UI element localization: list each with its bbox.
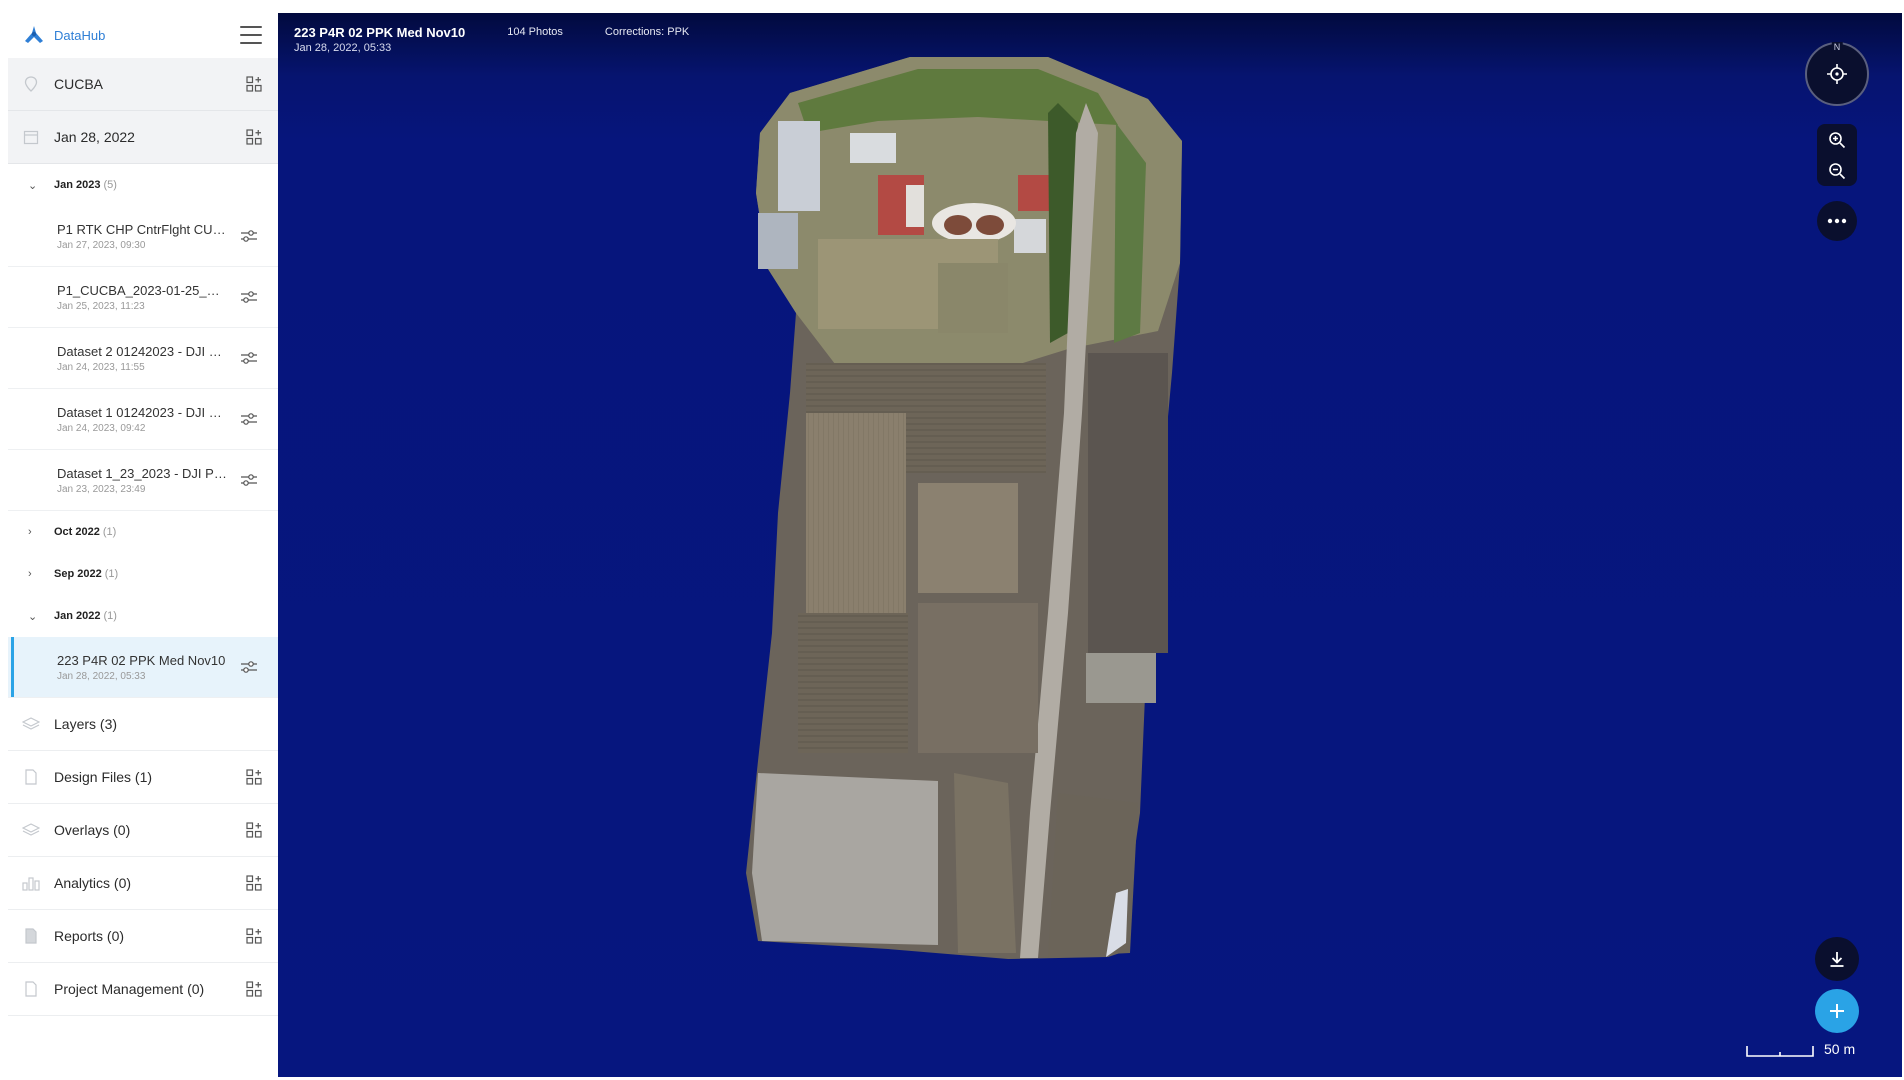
plus-icon <box>1830 1004 1844 1018</box>
calendar-icon <box>22 128 40 146</box>
dataset-item[interactable]: Dataset 1_23_2023 - DJI Phantom Jan 23, … <box>8 450 278 511</box>
scale-bar <box>1746 1046 1814 1057</box>
sidebar-item-reports[interactable]: Reports (0) <box>8 910 278 963</box>
add-widget-icon[interactable] <box>246 769 262 785</box>
download-button[interactable] <box>1815 937 1859 981</box>
sidebar-item-design-files[interactable]: Design Files (1) <box>8 751 278 804</box>
photo-count: 104 Photos <box>507 26 563 38</box>
selected-date: Jan 28, 2022 <box>54 129 135 145</box>
sliders-icon[interactable] <box>240 412 258 426</box>
group-jan-2023[interactable]: ⌄ Jan 2023 (5) <box>8 164 278 206</box>
group-oct-2022[interactable]: › Oct 2022 (1) <box>8 511 278 553</box>
app: DataHub CUCBA Jan 28, 2022 ⌄ Jan 2023 (5… <box>0 0 1904 1080</box>
add-button[interactable] <box>1815 989 1859 1033</box>
scale-indicator: 50 m <box>1746 1041 1855 1057</box>
dataset-date: Jan 24, 2023, 11:55 <box>57 361 145 373</box>
add-widget-icon[interactable] <box>246 822 262 838</box>
map-subtitle: Jan 28, 2022, 05:33 <box>294 42 392 54</box>
date-selector[interactable]: Jan 28, 2022 <box>8 111 278 164</box>
dataset-date: Jan 28, 2022, 05:33 <box>57 670 146 682</box>
sidebar-item-label: Layers (3) <box>54 716 118 732</box>
dataset-name: P1_CUCBA_2023-01-25_Flight <box>57 282 227 298</box>
chevron-down-icon: ⌄ <box>28 179 38 192</box>
sidebar-item-label: Reports (0) <box>54 928 125 944</box>
add-widget-icon[interactable] <box>246 76 262 92</box>
dataset-item[interactable]: Dataset 2 01242023 - DJI Phantom Jan 24,… <box>8 328 278 389</box>
sidebar-item-analytics[interactable]: Analytics (0) <box>8 857 278 910</box>
dataset-item[interactable]: P1 RTK CHP CntrFlght CUCBA 2023-01-27 Ja… <box>8 206 278 267</box>
bar-chart-icon <box>22 874 40 892</box>
corrections-label: Corrections: PPK <box>604 26 690 38</box>
sidebar-item-project-management[interactable]: Project Management (0) <box>8 963 278 1016</box>
compass-button[interactable]: N <box>1805 42 1869 106</box>
dataset-name: P1 RTK CHP CntrFlght CUCBA 2023-01-27 <box>57 221 227 237</box>
layers-icon <box>22 821 40 839</box>
dataset-date: Jan 27, 2023, 09:30 <box>57 239 146 251</box>
download-icon <box>1830 952 1844 967</box>
drone-logo-icon <box>22 23 46 47</box>
dataset-date: Jan 23, 2023, 23:49 <box>57 483 146 495</box>
ellipsis-icon <box>1827 218 1847 224</box>
more-options-button[interactable] <box>1817 201 1857 241</box>
map-title: 223 P4R 02 PPK Med Nov10 <box>294 25 466 40</box>
dataset-name: Dataset 1_23_2023 - DJI Phantom <box>57 465 227 481</box>
chevron-down-icon: ⌄ <box>28 610 38 623</box>
sidebar-item-label: Overlays (0) <box>54 822 131 838</box>
map-viewport[interactable]: 223 P4R 02 PPK Med Nov10 Jan 28, 2022, 0… <box>278 13 1902 1077</box>
orthomosaic-image <box>746 57 1182 959</box>
add-widget-icon[interactable] <box>246 129 262 145</box>
group-sep-2022[interactable]: › Sep 2022 (1) <box>8 553 278 595</box>
sliders-icon[interactable] <box>240 473 258 487</box>
sidebar-item-label: Analytics (0) <box>54 875 132 891</box>
sliders-icon[interactable] <box>240 290 258 304</box>
compass-north-label: N <box>1831 42 1843 52</box>
project-name: CUCBA <box>54 76 104 92</box>
brand-name[interactable]: DataHub <box>54 28 240 43</box>
crosshair-icon <box>1827 64 1847 84</box>
dataset-name: Dataset 2 01242023 - DJI Phantom <box>57 343 227 359</box>
file-icon <box>22 980 40 998</box>
dataset-date: Jan 25, 2023, 11:23 <box>57 300 145 312</box>
group-jan-2022[interactable]: ⌄ Jan 2022 (1) <box>8 595 278 637</box>
add-widget-icon[interactable] <box>246 875 262 891</box>
add-widget-icon[interactable] <box>246 928 262 944</box>
add-widget-icon[interactable] <box>246 981 262 997</box>
map-header: 223 P4R 02 PPK Med Nov10 Jan 28, 2022, 0… <box>294 25 689 54</box>
chevron-right-icon: › <box>28 568 32 580</box>
sliders-icon[interactable] <box>240 229 258 243</box>
hamburger-menu-icon[interactable] <box>240 26 262 44</box>
sidebar-item-label: Project Management (0) <box>54 981 205 997</box>
zoom-out-icon[interactable] <box>1823 158 1851 184</box>
zoom-in-icon[interactable] <box>1823 127 1851 153</box>
dataset-name: 223 P4R 02 PPK Med Nov10 <box>57 652 226 668</box>
brand-bar: DataHub <box>8 12 278 58</box>
dataset-item-active[interactable]: 223 P4R 02 PPK Med Nov10 Jan 28, 2022, 0… <box>8 637 278 698</box>
file-icon <box>22 927 40 945</box>
map-pin-icon <box>22 75 40 93</box>
layers-icon <box>22 715 40 733</box>
dataset-item[interactable]: Dataset 1 01242023 - DJI Phantom Jan 24,… <box>8 389 278 450</box>
dataset-name: Dataset 1 01242023 - DJI Phantom <box>57 404 227 420</box>
project-selector[interactable]: CUCBA <box>8 58 278 111</box>
sliders-icon[interactable] <box>240 351 258 365</box>
dataset-item[interactable]: P1_CUCBA_2023-01-25_Flight Jan 25, 2023,… <box>8 267 278 328</box>
sidebar-item-overlays[interactable]: Overlays (0) <box>8 804 278 857</box>
dataset-date: Jan 24, 2023, 09:42 <box>57 422 146 434</box>
chevron-right-icon: › <box>28 526 32 538</box>
sidebar-item-layers[interactable]: Layers (3) <box>8 698 278 751</box>
scale-label: 50 m <box>1824 1041 1856 1057</box>
sidebar-item-label: Design Files (1) <box>54 769 153 785</box>
sliders-icon[interactable] <box>240 660 258 674</box>
sidebar: DataHub CUCBA Jan 28, 2022 ⌄ Jan 2023 (5… <box>8 12 278 1076</box>
file-icon <box>22 768 40 786</box>
zoom-controls <box>1817 124 1857 186</box>
